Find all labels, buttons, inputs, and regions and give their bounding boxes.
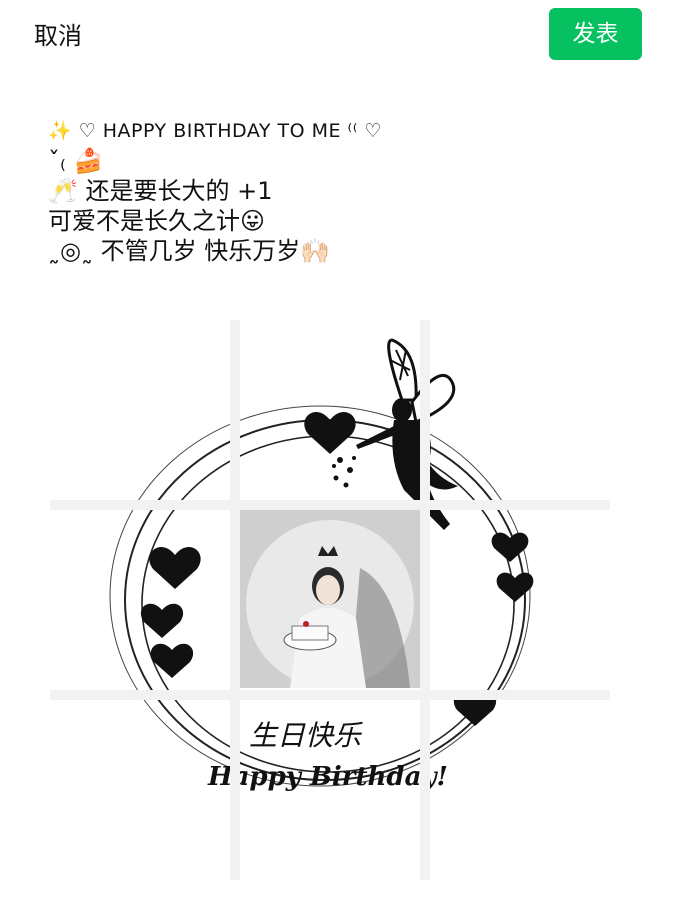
grid-image-2[interactable] <box>240 320 420 500</box>
grid-gap <box>50 500 610 510</box>
post-text-line: 可爱不是长久之计😛 <box>48 207 266 235</box>
grid-image-1[interactable] <box>50 320 230 500</box>
grid-gap <box>420 320 430 880</box>
top-bar: 取消 发表 <box>0 0 675 68</box>
birthday-photo[interactable] <box>240 508 420 688</box>
image-grid: 生日快乐 Happy Birthday! <box>50 320 610 880</box>
grid-image-6[interactable] <box>430 510 610 690</box>
post-text-line: ˇ₍ 🍰 <box>48 147 104 175</box>
grid-image-9[interactable] <box>430 700 610 880</box>
grid-gap <box>230 320 240 880</box>
grid-image-3[interactable] <box>430 320 610 500</box>
post-text-line: ˷◎˷ 不管几岁 快乐万岁🙌🏻 <box>48 237 331 265</box>
grid-image-7[interactable] <box>50 700 230 880</box>
grid-image-4[interactable] <box>50 510 230 690</box>
grid-gap <box>50 690 610 700</box>
birthday-photo-image <box>240 508 420 688</box>
grid-image-8[interactable] <box>240 700 420 880</box>
post-text-line: 🥂 还是要长大的 +1 <box>48 177 273 205</box>
cancel-button[interactable]: 取消 <box>34 16 82 51</box>
post-text-line: ✨ ♡ HAPPY BIRTHDAY TO ME ⁽⁽ ♡ <box>48 120 382 142</box>
publish-button[interactable]: 发表 <box>549 8 642 60</box>
post-text-input[interactable]: ✨ ♡ HAPPY BIRTHDAY TO ME ⁽⁽ ♡ ˇ₍ 🍰 🥂 还是要… <box>48 116 638 266</box>
